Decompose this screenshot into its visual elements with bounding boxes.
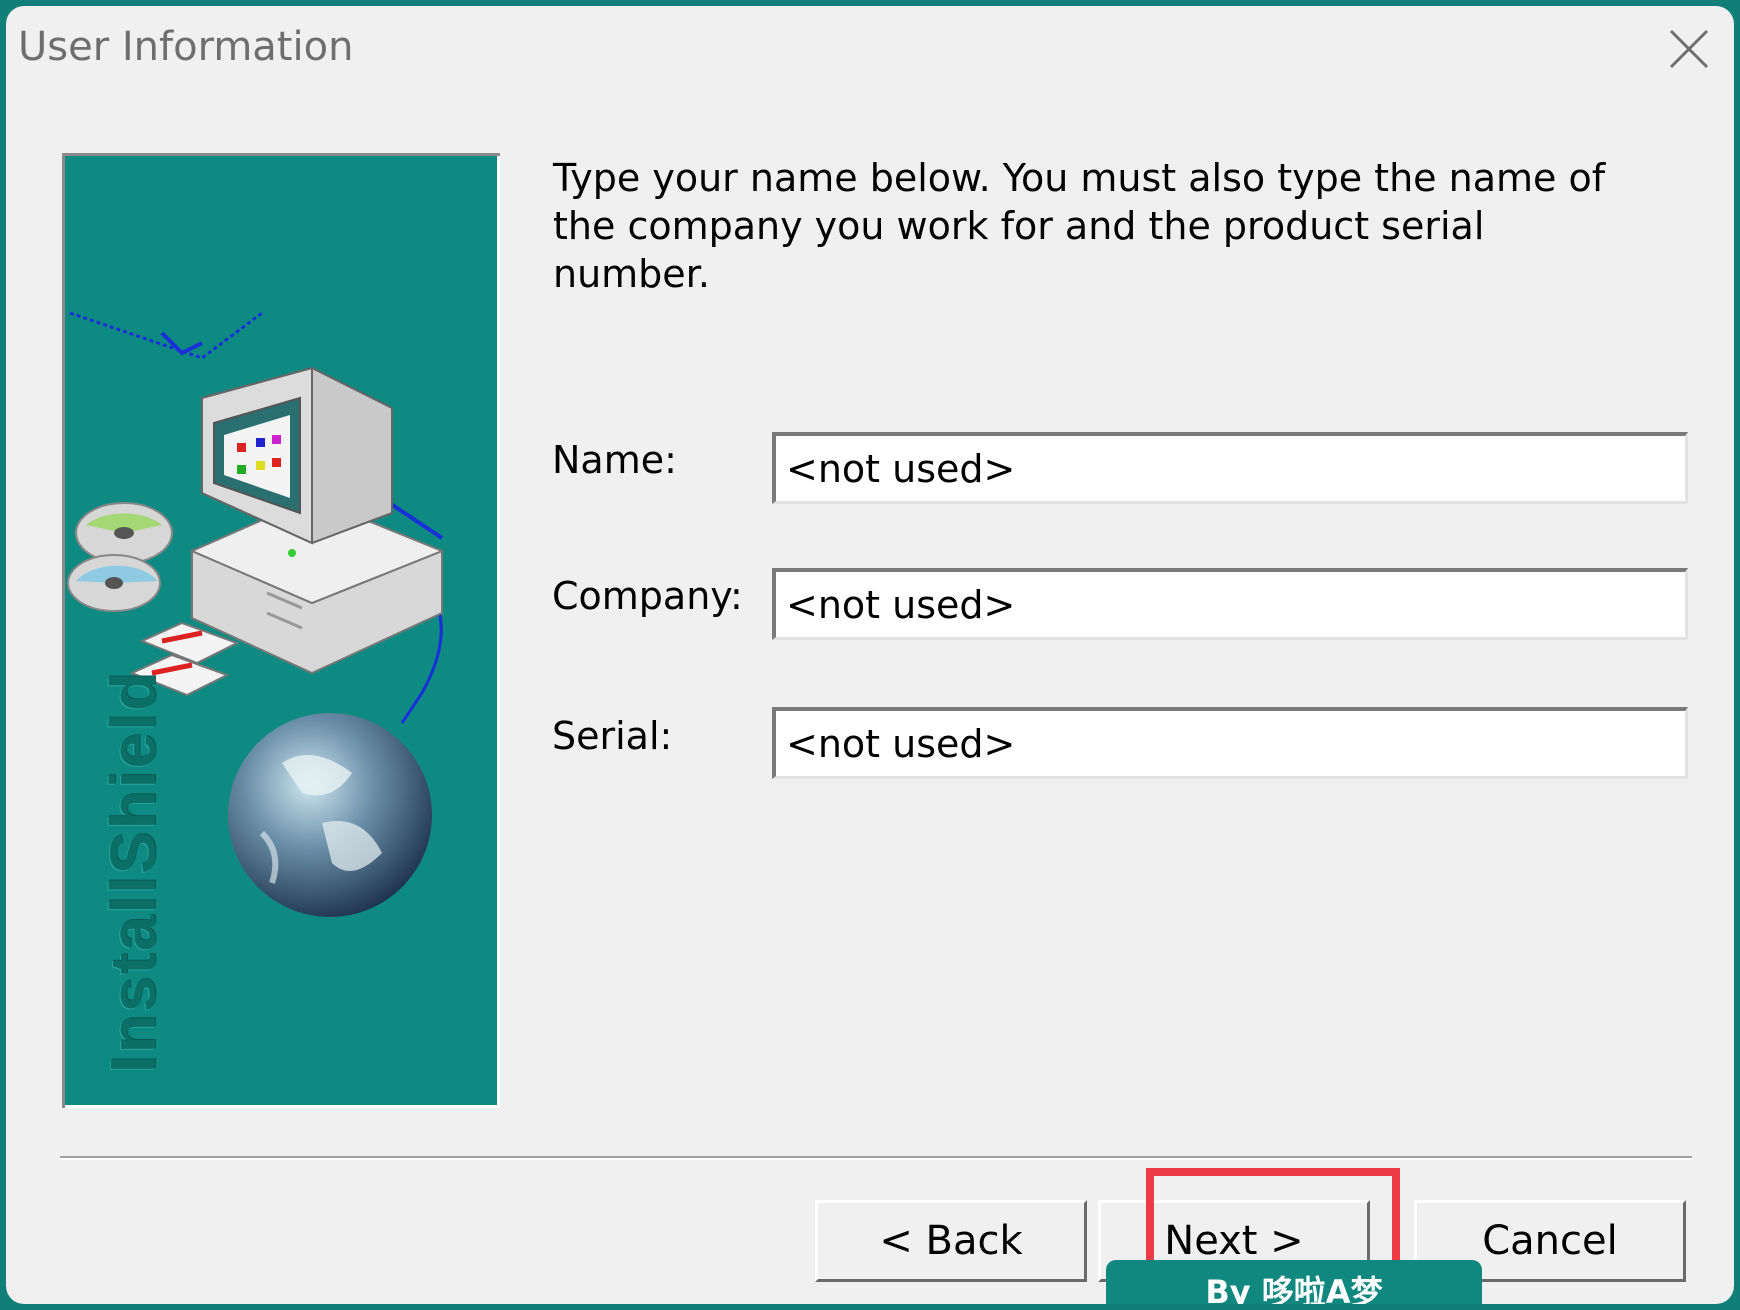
serial-input[interactable] (772, 707, 1688, 779)
company-input[interactable] (772, 568, 1688, 640)
back-button[interactable]: < Back (815, 1200, 1087, 1282)
instruction-text: Type your name below. You must also type… (553, 156, 1606, 296)
button-divider (60, 1156, 1692, 1160)
installshield-side-panel: InstallShield (62, 153, 500, 1108)
dialog-title: User Information (18, 24, 354, 70)
installshield-brand-text: InstallShield (97, 670, 169, 1073)
close-icon (1669, 29, 1709, 69)
serial-label: Serial: (552, 714, 673, 758)
close-button[interactable] (1654, 14, 1724, 84)
watermark-badge: By 哆啦A梦 (1106, 1260, 1482, 1304)
title-bar: User Information (6, 6, 1734, 96)
installer-dialog: User Information InstallShield Type your… (6, 6, 1734, 1304)
company-label: Company: (552, 574, 743, 618)
name-input[interactable] (772, 432, 1688, 504)
name-label: Name: (552, 438, 677, 482)
